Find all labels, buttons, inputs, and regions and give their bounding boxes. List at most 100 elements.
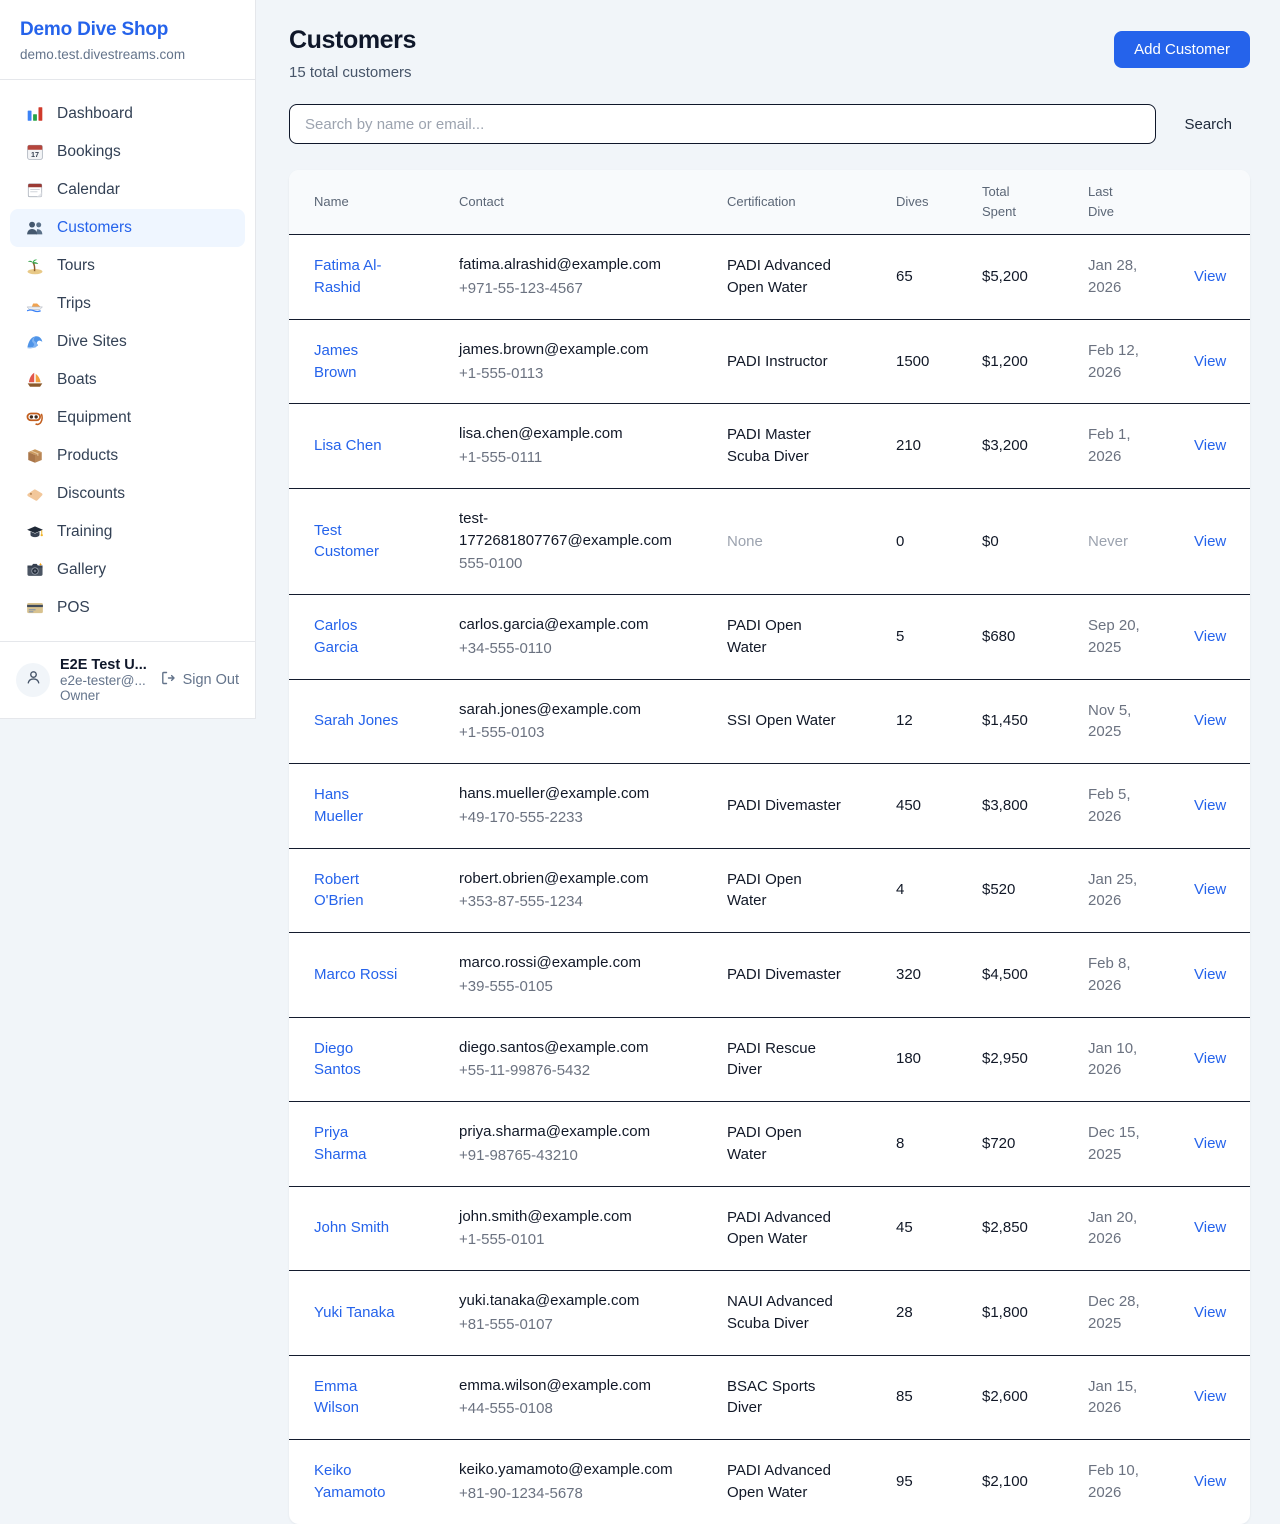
- table-row: Emma Wilson emma.wilson@example.com +44-…: [289, 1356, 1250, 1441]
- column-header-last-dive: Last Dive: [1063, 170, 1169, 234]
- customer-certification: None: [702, 512, 871, 572]
- view-link[interactable]: View: [1194, 268, 1226, 285]
- sidebar-item-training[interactable]: Training: [10, 513, 245, 551]
- sidebar-header: Demo Dive Shop demo.test.divestreams.com: [0, 0, 255, 79]
- customer-certification: PADI Open Water: [702, 850, 871, 932]
- customer-email: priya.sharma@example.com: [459, 1121, 682, 1143]
- sign-out-button[interactable]: Sign Out: [160, 670, 239, 690]
- customer-name-link[interactable]: Yuki Tanaka: [314, 1304, 395, 1321]
- view-link[interactable]: View: [1194, 1135, 1226, 1152]
- sidebar-item-label: Tours: [57, 257, 95, 275]
- customer-phone: +81-555-0107: [459, 1314, 682, 1336]
- view-link[interactable]: View: [1194, 1473, 1226, 1490]
- column-header-contact: Contact: [434, 180, 702, 224]
- table-row: Diego Santos diego.santos@example.com +5…: [289, 1018, 1250, 1103]
- page-title: Customers: [289, 26, 416, 55]
- customer-name-link[interactable]: John Smith: [314, 1219, 389, 1236]
- customer-phone: +39-555-0105: [459, 976, 682, 998]
- sidebar-item-equipment[interactable]: Equipment: [10, 399, 245, 437]
- sidebar-item-calendar[interactable]: Calendar: [10, 171, 245, 209]
- sidebar-item-label: POS: [57, 599, 90, 617]
- customer-email: yuki.tanaka@example.com: [459, 1290, 682, 1312]
- sidebar-item-products[interactable]: Products: [10, 437, 245, 475]
- sidebar-item-dive-sites[interactable]: Dive Sites: [10, 323, 245, 361]
- main-content: Customers 15 total customers Add Custome…: [257, 0, 1280, 1524]
- view-link[interactable]: View: [1194, 1050, 1226, 1067]
- customer-certification: PADI Advanced Open Water: [702, 1188, 871, 1270]
- customer-total-spent: $4,500: [957, 945, 1063, 1005]
- sailboat-icon: [26, 371, 44, 389]
- customer-name-link[interactable]: James Brown: [314, 342, 358, 381]
- view-link[interactable]: View: [1194, 966, 1226, 983]
- customer-name-link[interactable]: Emma Wilson: [314, 1378, 359, 1417]
- customer-total-spent: $2,950: [957, 1029, 1063, 1089]
- sidebar-item-gallery[interactable]: Gallery: [10, 551, 245, 589]
- table-row: Test Customer test-1772681807767@example…: [289, 489, 1250, 595]
- column-header-certification: Certification: [702, 180, 871, 224]
- customer-certification: NAUI Advanced Scuba Diver: [702, 1272, 871, 1354]
- customer-last-dive: Feb 1, 2026: [1063, 405, 1169, 487]
- svg-text:17: 17: [31, 150, 39, 159]
- view-link[interactable]: View: [1194, 1219, 1226, 1236]
- customer-total-spent: $2,100: [957, 1452, 1063, 1512]
- view-link[interactable]: View: [1194, 353, 1226, 370]
- search-button[interactable]: Search: [1184, 116, 1232, 133]
- customer-email: carlos.garcia@example.com: [459, 614, 682, 636]
- customer-name-link[interactable]: Lisa Chen: [314, 437, 382, 454]
- view-link[interactable]: View: [1194, 533, 1226, 550]
- view-link[interactable]: View: [1194, 437, 1226, 454]
- customer-certification: PADI Instructor: [702, 332, 871, 392]
- customer-phone: +1-555-0103: [459, 722, 682, 744]
- sidebar-item-trips[interactable]: Trips: [10, 285, 245, 323]
- customer-name-link[interactable]: Hans Mueller: [314, 786, 363, 825]
- customer-last-dive: Nov 5, 2025: [1063, 681, 1169, 763]
- customer-name-link[interactable]: Priya Sharma: [314, 1124, 367, 1163]
- customer-name-link[interactable]: Test Customer: [314, 522, 379, 561]
- island-icon: [26, 257, 44, 275]
- sidebar-item-label: Discounts: [57, 485, 125, 503]
- search-input[interactable]: [289, 104, 1156, 144]
- sidebar-user-section: E2E Test U... e2e-tester@... Owner Sign …: [0, 641, 255, 718]
- shop-domain: demo.test.divestreams.com: [20, 47, 235, 62]
- customer-name-link[interactable]: Fatima Al-Rashid: [314, 257, 382, 296]
- customer-name-link[interactable]: Robert O'Brien: [314, 871, 364, 910]
- customer-total-spent: $3,200: [957, 416, 1063, 476]
- customer-total-spent: $1,450: [957, 691, 1063, 751]
- customer-name-link[interactable]: Carlos Garcia: [314, 617, 358, 656]
- customer-last-dive: Dec 15, 2025: [1063, 1103, 1169, 1185]
- table-row: Fatima Al-Rashid fatima.alrashid@example…: [289, 235, 1250, 320]
- sidebar-item-boats[interactable]: Boats: [10, 361, 245, 399]
- customer-dives: 5: [871, 607, 957, 667]
- table-row: Yuki Tanaka yuki.tanaka@example.com +81-…: [289, 1271, 1250, 1356]
- sidebar-item-customers[interactable]: Customers: [10, 209, 245, 247]
- customer-name-link[interactable]: Marco Rossi: [314, 966, 397, 983]
- customer-phone: +971-55-123-4567: [459, 278, 682, 300]
- view-link[interactable]: View: [1194, 797, 1226, 814]
- view-link[interactable]: View: [1194, 881, 1226, 898]
- customer-dives: 65: [871, 247, 957, 307]
- sidebar-item-pos[interactable]: POS: [10, 589, 245, 627]
- sidebar-item-discounts[interactable]: Discounts: [10, 475, 245, 513]
- view-link[interactable]: View: [1194, 628, 1226, 645]
- view-link[interactable]: View: [1194, 1388, 1226, 1405]
- view-link[interactable]: View: [1194, 1304, 1226, 1321]
- customer-email: robert.obrien@example.com: [459, 868, 682, 890]
- dive-mask-icon: [26, 409, 44, 427]
- table-row: Keiko Yamamoto keiko.yamamoto@example.co…: [289, 1440, 1250, 1524]
- customer-dives: 0: [871, 512, 957, 572]
- customer-email: lisa.chen@example.com: [459, 423, 682, 445]
- customer-name-link[interactable]: Keiko Yamamoto: [314, 1462, 385, 1501]
- sign-out-label: Sign Out: [183, 672, 239, 688]
- view-link[interactable]: View: [1194, 712, 1226, 729]
- sidebar-item-tours[interactable]: Tours: [10, 247, 245, 285]
- customer-name-link[interactable]: Sarah Jones: [314, 712, 398, 729]
- sidebar-item-dashboard[interactable]: Dashboard: [10, 95, 245, 133]
- add-customer-button[interactable]: Add Customer: [1114, 31, 1250, 68]
- customer-total-spent: $3,800: [957, 776, 1063, 836]
- customer-total-spent: $720: [957, 1114, 1063, 1174]
- customer-total-spent: $1,800: [957, 1283, 1063, 1343]
- table-row: James Brown james.brown@example.com +1-5…: [289, 320, 1250, 405]
- customer-dives: 180: [871, 1029, 957, 1089]
- customer-name-link[interactable]: Diego Santos: [314, 1040, 361, 1079]
- sidebar-item-bookings[interactable]: 17 Bookings: [10, 133, 245, 171]
